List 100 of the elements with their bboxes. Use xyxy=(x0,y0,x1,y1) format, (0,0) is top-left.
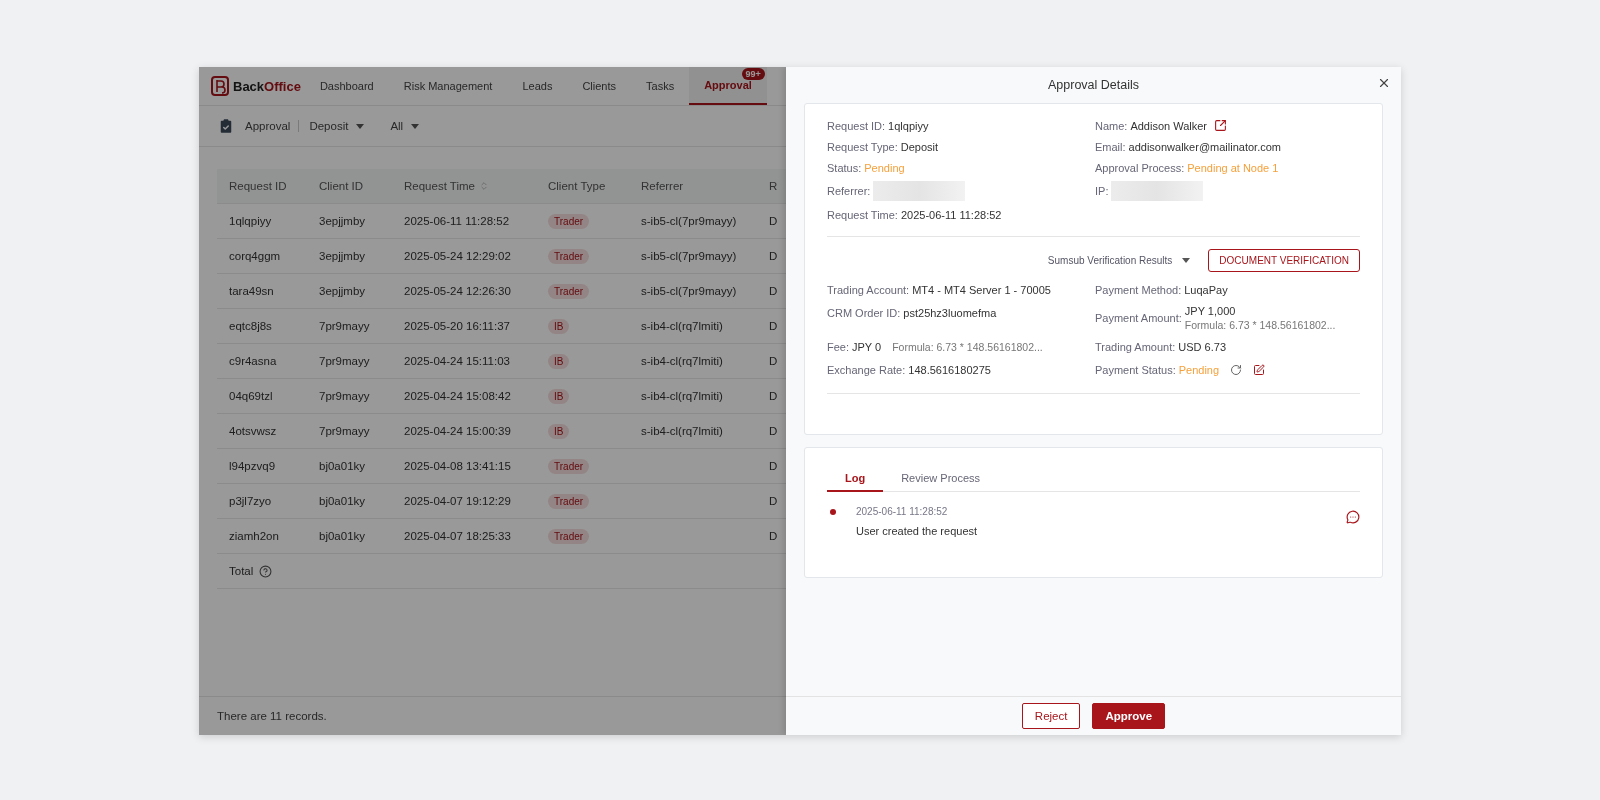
field-value: LuqaPay xyxy=(1184,283,1228,296)
column-header: Referrer xyxy=(641,180,684,192)
client-type-tag: IB xyxy=(548,353,570,369)
table-cell: D xyxy=(769,285,778,297)
client-type-tag: Trader xyxy=(548,528,590,544)
brand-name: BackOffice xyxy=(233,78,301,94)
client-type-tag: IB xyxy=(548,318,570,334)
table-cell: s-ib4-cl(rq7lmiti) xyxy=(641,320,723,332)
nav-tab[interactable]: Dashboard xyxy=(304,67,389,105)
table-cell: s-ib4-cl(rq7lmiti) xyxy=(641,355,723,367)
field-value: Deposit xyxy=(900,140,939,153)
field-label: Trading Account: xyxy=(827,283,910,296)
tab[interactable]: Log xyxy=(827,466,884,492)
table-cell: D xyxy=(769,390,778,402)
table-cell: 3epjjmby xyxy=(319,285,366,297)
comment-icon[interactable] xyxy=(1346,510,1360,524)
log-message: User created the request xyxy=(856,525,979,537)
field-label: Payment Amount: xyxy=(1095,312,1182,324)
field-value: MT4 - MT4 Server 1 - 70005 xyxy=(912,283,1051,296)
field-label: Email: xyxy=(1095,140,1126,153)
table-cell: D xyxy=(769,355,778,367)
field-label: Status: xyxy=(827,161,862,174)
table-cell: D xyxy=(769,425,778,437)
field-label: Trading Amount: xyxy=(1095,340,1176,353)
column-header: Client ID xyxy=(319,180,364,192)
column-header: Client Type xyxy=(548,180,606,192)
status-value: Pending xyxy=(864,161,905,174)
table-cell: eqtc8j8s xyxy=(229,320,272,332)
status-value: Pending at Node 1 xyxy=(1187,161,1279,174)
field-label: Payment Method: xyxy=(1095,283,1182,296)
status-value: Pending xyxy=(1178,363,1220,376)
client-type-tag: Trader xyxy=(548,248,590,264)
caret-icon xyxy=(356,123,365,129)
nav-tab[interactable]: Leads xyxy=(507,67,568,105)
table-cell: 4otsvwsz xyxy=(229,425,277,437)
table-cell: corq4ggm xyxy=(229,250,281,262)
field-value: 1qlqpiyy xyxy=(888,119,929,132)
table-cell: 2025-06-11 11:28:52 xyxy=(404,215,510,227)
tab[interactable]: Review Process xyxy=(883,466,999,492)
field-label: Request ID: xyxy=(827,119,886,132)
nav-tab[interactable]: Approval 99+ xyxy=(689,67,767,105)
table-cell: p3jl7zyo xyxy=(229,495,272,507)
nav-tab[interactable]: Risk Management xyxy=(388,67,508,105)
table-cell: 2025-04-07 18:25:33 xyxy=(404,530,511,542)
column-header: R xyxy=(769,180,778,192)
total-label: Total xyxy=(229,565,254,577)
filter-dropdown[interactable]: All xyxy=(390,120,420,132)
field-label: Exchange Rate: xyxy=(827,363,906,376)
field-value: JPY 1,000 xyxy=(1184,305,1237,317)
field-value: 148.5616180275 xyxy=(908,363,991,376)
table-cell: 2025-05-20 16:11:37 xyxy=(404,320,510,332)
field-label: Request Type: xyxy=(827,140,898,153)
toolbar-title: Approval xyxy=(245,120,300,132)
table-cell: bj0a01ky xyxy=(319,495,366,507)
table-cell: 2025-04-08 13:41:15 xyxy=(404,460,511,472)
field-label: Request Time: xyxy=(827,208,898,221)
client-type-tag: Trader xyxy=(548,458,590,474)
table-cell: s-ib5-cl(7pr9mayy) xyxy=(641,215,737,227)
table-cell: 2025-05-24 12:29:02 xyxy=(404,250,511,262)
drawer-title: Approval Details xyxy=(1048,78,1139,92)
edit-icon[interactable] xyxy=(1253,363,1266,376)
nav-tab[interactable]: Clients xyxy=(567,67,631,105)
approve-button[interactable]: Approve xyxy=(1092,703,1166,729)
table-cell: s-ib4-cl(rq7lmiti) xyxy=(641,425,723,437)
table-cell: 7pr9mayy xyxy=(319,355,370,367)
field-value: addisonwalker@mailinator.com xyxy=(1128,140,1281,153)
table-cell: 2025-04-24 15:00:39 xyxy=(404,425,511,437)
log-time: 2025-06-11 11:28:52 xyxy=(856,506,949,517)
table-cell: 3epjjmby xyxy=(319,250,366,262)
table-cell: 7pr9mayy xyxy=(319,390,370,402)
close-icon[interactable] xyxy=(1377,76,1391,90)
table-cell: 2025-05-24 12:26:30 xyxy=(404,285,511,297)
formula-note: Formula: 6.73 * 148.56161802... xyxy=(892,340,1043,353)
column-header[interactable]: Request Time xyxy=(404,180,475,192)
field-value: JPY 0 xyxy=(852,340,882,353)
table-cell: 3epjjmby xyxy=(319,215,366,227)
table-cell: bj0a01ky xyxy=(319,530,366,542)
filter-dropdown[interactable]: Deposit xyxy=(309,120,365,132)
table-cell: 2025-04-07 19:12:29 xyxy=(404,495,511,507)
table-cell: D xyxy=(769,320,778,332)
field-label: CRM Order ID: xyxy=(827,306,901,319)
caret-icon xyxy=(411,123,420,129)
verification-select[interactable]: Sumsub Verification Results xyxy=(1047,255,1191,266)
client-type-tag: IB xyxy=(548,388,570,404)
table-cell: s-ib4-cl(rq7lmiti) xyxy=(641,390,723,402)
table-cell: ziamh2on xyxy=(229,530,279,542)
document-verification-button[interactable]: DOCUMENT VERIFICATION xyxy=(1208,249,1360,272)
table-cell: c9r4asna xyxy=(229,355,277,367)
external-link-icon[interactable] xyxy=(1214,119,1228,132)
logo-icon xyxy=(211,76,229,96)
refresh-icon[interactable] xyxy=(1230,363,1243,376)
client-type-tag: Trader xyxy=(548,213,590,229)
table-cell: D xyxy=(769,250,778,262)
table-cell: 2025-04-24 15:11:03 xyxy=(404,355,510,367)
reject-button[interactable]: Reject xyxy=(1021,703,1081,729)
field-value: pst25hz3luomefma xyxy=(903,306,997,319)
field-label: IP: xyxy=(1095,185,1109,197)
table-cell: bj0a01ky xyxy=(319,460,366,472)
client-type-tag: IB xyxy=(548,423,570,439)
table-cell: D xyxy=(769,215,778,227)
